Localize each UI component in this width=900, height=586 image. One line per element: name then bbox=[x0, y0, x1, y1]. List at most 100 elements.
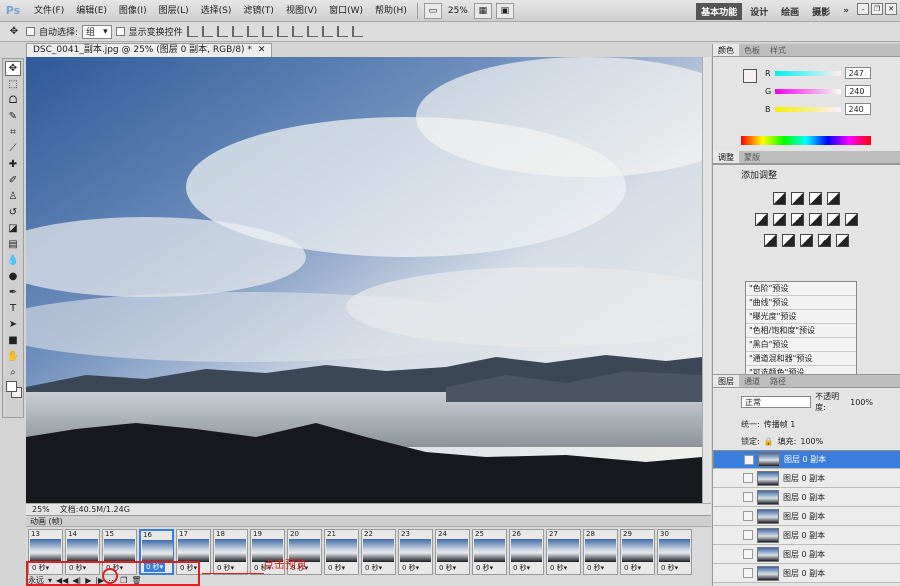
menu-view[interactable]: 视图(V) bbox=[280, 0, 323, 22]
animation-frame[interactable]: 24 0 秒▾ bbox=[435, 529, 470, 575]
path-select-tool-icon[interactable]: ➤ bbox=[5, 317, 21, 332]
workspace-essentials[interactable]: 基本功能 bbox=[696, 2, 743, 20]
black-white-icon[interactable] bbox=[809, 213, 822, 226]
shape-tool-icon[interactable]: ■ bbox=[5, 333, 21, 348]
animation-frame[interactable]: 30 0 秒▾ bbox=[657, 529, 692, 575]
eraser-tool-icon[interactable]: ◪ bbox=[5, 221, 21, 236]
tab-swatches[interactable]: 色板 bbox=[739, 44, 765, 56]
animation-frame[interactable]: 27 0 秒▾ bbox=[546, 529, 581, 575]
auto-select-checkbox[interactable] bbox=[26, 27, 35, 36]
close-icon[interactable]: ✕ bbox=[258, 44, 266, 57]
lasso-tool-icon[interactable]: ᗝ bbox=[5, 93, 21, 108]
animation-frame[interactable]: 18 0 秒▾ bbox=[213, 529, 248, 575]
opacity-value[interactable]: 100% bbox=[850, 398, 873, 407]
zoom-tool-icon[interactable]: ⌕ bbox=[5, 365, 21, 380]
frame-delay[interactable]: 0 秒▾ bbox=[476, 563, 493, 573]
curves-icon[interactable] bbox=[809, 192, 822, 205]
tab-paths[interactable]: 路径 bbox=[765, 375, 791, 387]
brush-tool-icon[interactable]: ✐ bbox=[5, 173, 21, 188]
distribute-middle-icon[interactable] bbox=[291, 26, 303, 37]
red-slider[interactable] bbox=[774, 70, 841, 76]
foreground-color-swatch[interactable] bbox=[6, 381, 17, 392]
screen-mode-icon[interactable]: ▭ bbox=[423, 2, 442, 19]
menu-edit[interactable]: 编辑(E) bbox=[70, 0, 113, 22]
exposure-icon[interactable] bbox=[827, 192, 840, 205]
preset-hue-saturation[interactable]: "色相/饱和度"预设 bbox=[746, 324, 856, 338]
animation-frame[interactable]: 22 0 秒▾ bbox=[361, 529, 396, 575]
color-balance-icon[interactable] bbox=[791, 213, 804, 226]
eye-icon[interactable] bbox=[743, 511, 753, 521]
frame-delay[interactable]: 0 秒▾ bbox=[661, 563, 678, 573]
pen-tool-icon[interactable]: ✒ bbox=[5, 285, 21, 300]
workspace-more-button[interactable]: » bbox=[838, 4, 854, 18]
workspace-photography[interactable]: 摄影 bbox=[807, 3, 835, 20]
auto-select-dropdown[interactable]: 组 ▾ bbox=[82, 24, 112, 39]
align-center-icon[interactable] bbox=[246, 26, 258, 37]
menu-help[interactable]: 帮助(H) bbox=[369, 0, 413, 22]
zoom-level[interactable]: 25% bbox=[448, 6, 468, 16]
color-panel-swatch[interactable] bbox=[743, 69, 757, 83]
frame-delay[interactable]: 0 秒▾ bbox=[217, 563, 234, 573]
align-right-icon[interactable] bbox=[261, 26, 273, 37]
brightness-icon[interactable] bbox=[773, 192, 786, 205]
marquee-tool-icon[interactable]: ⬚ bbox=[5, 77, 21, 92]
animation-frame[interactable]: 21 0 秒▾ bbox=[324, 529, 359, 575]
photo-filter-icon[interactable] bbox=[827, 213, 840, 226]
frame-delay[interactable]: 0 秒▾ bbox=[402, 563, 419, 573]
menu-filter[interactable]: 滤镜(T) bbox=[237, 0, 280, 22]
workspace-painting[interactable]: 绘画 bbox=[776, 3, 804, 20]
levels-icon[interactable] bbox=[791, 192, 804, 205]
tab-styles[interactable]: 样式 bbox=[765, 44, 791, 56]
distribute-center-icon[interactable] bbox=[336, 26, 348, 37]
distribute-right-icon[interactable] bbox=[351, 26, 363, 37]
restore-icon[interactable]: ❐ bbox=[871, 3, 883, 15]
tab-masks[interactable]: 蒙版 bbox=[739, 151, 765, 163]
type-tool-icon[interactable]: T bbox=[5, 301, 21, 316]
frame-delay[interactable]: 0 秒▾ bbox=[550, 563, 567, 573]
layer-row-selected[interactable]: 图层 0 副本 bbox=[713, 450, 900, 469]
red-value[interactable]: 247 bbox=[844, 67, 871, 79]
frame-delay[interactable]: 0 秒▾ bbox=[328, 563, 345, 573]
tab-adjustments[interactable]: 调整 bbox=[713, 151, 739, 163]
eye-icon[interactable] bbox=[743, 492, 753, 502]
color-spectrum[interactable] bbox=[741, 136, 871, 145]
menu-file[interactable]: 文件(F) bbox=[28, 0, 70, 22]
eye-icon[interactable] bbox=[743, 473, 753, 483]
blue-value[interactable]: 240 bbox=[844, 103, 871, 115]
screen-layout-icon[interactable]: ▣ bbox=[495, 2, 514, 19]
align-left-icon[interactable] bbox=[231, 26, 243, 37]
move-tool-icon[interactable]: ✥ bbox=[5, 61, 21, 76]
selective-color-icon[interactable] bbox=[836, 234, 849, 247]
vibrance-icon[interactable] bbox=[755, 213, 768, 226]
animation-frame[interactable]: 23 0 秒▾ bbox=[398, 529, 433, 575]
align-bottom-icon[interactable] bbox=[216, 26, 228, 37]
hand-tool-icon[interactable]: ✋ bbox=[5, 349, 21, 364]
menu-layer[interactable]: 图层(L) bbox=[153, 0, 195, 22]
animation-frame[interactable]: 29 0 秒▾ bbox=[620, 529, 655, 575]
eyedropper-tool-icon[interactable]: ⟋ bbox=[5, 141, 21, 156]
frame-delay[interactable]: 0 秒▾ bbox=[513, 563, 530, 573]
hue-saturation-icon[interactable] bbox=[773, 213, 786, 226]
show-transform-checkbox[interactable] bbox=[115, 27, 125, 36]
gradient-tool-icon[interactable]: ▤ bbox=[5, 237, 21, 252]
quick-select-tool-icon[interactable]: ✎ bbox=[5, 109, 21, 124]
posterize-icon[interactable] bbox=[782, 234, 795, 247]
preset-levels[interactable]: "色阶"预设 bbox=[746, 282, 856, 296]
menu-window[interactable]: 窗口(W) bbox=[323, 0, 369, 22]
distribute-left-icon[interactable] bbox=[321, 26, 333, 37]
blur-tool-icon[interactable]: 💧 bbox=[5, 253, 21, 268]
arrange-documents-icon[interactable]: ▦ bbox=[473, 2, 492, 19]
gradient-map-icon[interactable] bbox=[818, 234, 831, 247]
channel-mixer-icon[interactable] bbox=[845, 213, 858, 226]
invert-icon[interactable] bbox=[764, 234, 777, 247]
frame-delay[interactable]: 0 秒▾ bbox=[624, 563, 641, 573]
dodge-tool-icon[interactable]: ● bbox=[5, 269, 21, 284]
lock-icon[interactable]: 🔒 bbox=[764, 437, 774, 446]
animation-frame[interactable]: 25 0 秒▾ bbox=[472, 529, 507, 575]
minimize-icon[interactable]: – bbox=[857, 3, 869, 15]
preset-channel-mixer[interactable]: "通道混和器"预设 bbox=[746, 352, 856, 366]
align-middle-icon[interactable] bbox=[201, 26, 213, 37]
preset-curves[interactable]: "曲线"预设 bbox=[746, 296, 856, 310]
layer-row[interactable]: 图层 0 副本 bbox=[713, 488, 900, 507]
document-tab[interactable]: DSC_0041_副本.jpg @ 25% (图层 0 副本, RGB/8) *… bbox=[26, 43, 273, 57]
